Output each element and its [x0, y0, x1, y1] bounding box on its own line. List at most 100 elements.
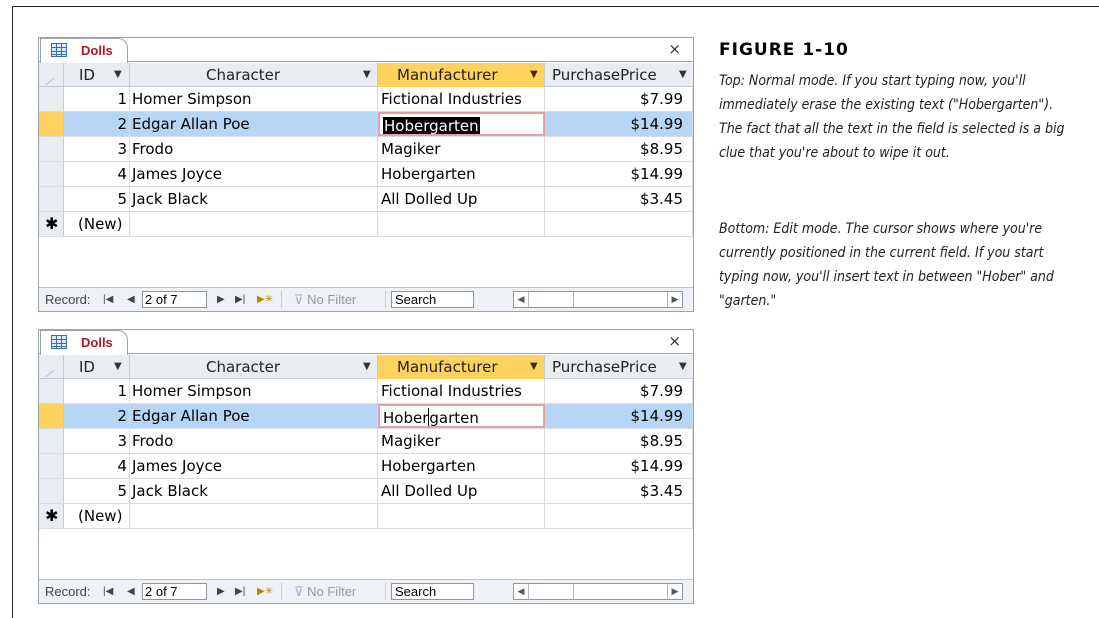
scroll-left-icon[interactable]: ◀: [514, 584, 529, 599]
next-record-icon[interactable]: ▶: [217, 289, 225, 311]
cell-character[interactable]: Frodo: [130, 137, 378, 161]
cell-purchaseprice[interactable]: $14.99: [545, 112, 693, 136]
no-filter-button[interactable]: ⊽ No Filter: [294, 289, 356, 311]
cell-manufacturer[interactable]: [378, 504, 545, 528]
cell-purchaseprice[interactable]: $14.99: [545, 454, 693, 478]
cell-id[interactable]: 2: [64, 404, 130, 428]
cell-manufacturer[interactable]: Magiker: [378, 429, 545, 453]
horizontal-scrollbar[interactable]: ◀ ▶: [513, 291, 683, 308]
cell-character[interactable]: Frodo: [130, 429, 378, 453]
cell-manufacturer[interactable]: All Dolled Up: [378, 479, 545, 503]
record-position-field[interactable]: 2 of 7: [142, 583, 207, 600]
dropdown-arrow-icon[interactable]: ▼: [530, 355, 538, 379]
cell-character[interactable]: Homer Simpson: [130, 87, 378, 111]
cell-purchaseprice[interactable]: $8.95: [545, 137, 693, 161]
scroll-left-icon[interactable]: ◀: [514, 292, 529, 307]
record-selector[interactable]: [39, 137, 64, 161]
record-selector[interactable]: [39, 404, 64, 428]
cell-new[interactable]: (New): [64, 504, 130, 528]
table-row[interactable]: 3 Frodo Magiker $8.95: [39, 429, 693, 454]
last-record-icon[interactable]: ▶|: [235, 581, 245, 603]
dropdown-arrow-icon[interactable]: ▼: [530, 63, 538, 87]
cell-character[interactable]: Jack Black: [130, 479, 378, 503]
select-all-corner[interactable]: [39, 355, 64, 379]
record-selector[interactable]: ✱: [39, 504, 64, 528]
cell-id[interactable]: 1: [64, 87, 130, 111]
cell-character[interactable]: James Joyce: [130, 162, 378, 186]
record-selector[interactable]: [39, 162, 64, 186]
record-position-field[interactable]: 2 of 7: [142, 291, 207, 308]
table-row-new[interactable]: ✱ (New): [39, 212, 693, 237]
cell-purchaseprice[interactable]: $3.45: [545, 479, 693, 503]
dropdown-arrow-icon[interactable]: ▼: [114, 63, 122, 87]
prev-record-icon[interactable]: ◀: [127, 581, 135, 603]
table-row-current[interactable]: 2 Edgar Allan Poe Hobergarten $14.99: [39, 112, 693, 137]
cell-character[interactable]: [130, 212, 378, 236]
cell-manufacturer[interactable]: Fictional Industries: [378, 87, 545, 111]
cell-id[interactable]: 3: [64, 429, 130, 453]
cell-character[interactable]: James Joyce: [130, 454, 378, 478]
table-row[interactable]: 3 Frodo Magiker $8.95: [39, 137, 693, 162]
record-selector[interactable]: [39, 379, 64, 403]
cell-id[interactable]: 4: [64, 162, 130, 186]
table-row[interactable]: 4 James Joyce Hobergarten $14.99: [39, 162, 693, 187]
record-selector[interactable]: ✱: [39, 212, 64, 236]
record-selector[interactable]: [39, 87, 64, 111]
close-icon[interactable]: ×: [668, 40, 681, 58]
cell-id[interactable]: 1: [64, 379, 130, 403]
table-row[interactable]: 1 Homer Simpson Fictional Industries $7.…: [39, 87, 693, 112]
new-record-icon[interactable]: ▶✳: [257, 289, 273, 311]
cell-purchaseprice[interactable]: $8.95: [545, 429, 693, 453]
cell-purchaseprice[interactable]: $3.45: [545, 187, 693, 211]
dropdown-arrow-icon[interactable]: ▼: [679, 355, 687, 379]
cell-manufacturer-editing[interactable]: Hobergarten: [378, 404, 545, 428]
table-row[interactable]: 5 Jack Black All Dolled Up $3.45: [39, 479, 693, 504]
cell-id[interactable]: 4: [64, 454, 130, 478]
next-record-icon[interactable]: ▶: [217, 581, 225, 603]
cell-purchaseprice[interactable]: $14.99: [545, 404, 693, 428]
horizontal-scrollbar[interactable]: ◀ ▶: [513, 583, 683, 600]
search-input[interactable]: Search: [391, 291, 474, 308]
cell-id[interactable]: 5: [64, 479, 130, 503]
cell-id[interactable]: 3: [64, 137, 130, 161]
tab-dolls[interactable]: Dolls: [40, 330, 128, 355]
tab-dolls[interactable]: Dolls: [40, 38, 128, 63]
no-filter-button[interactable]: ⊽ No Filter: [294, 581, 356, 603]
cell-character[interactable]: Edgar Allan Poe: [130, 404, 378, 428]
cell-manufacturer[interactable]: [378, 212, 545, 236]
table-row[interactable]: 4 James Joyce Hobergarten $14.99: [39, 454, 693, 479]
cell-id[interactable]: 2: [64, 112, 130, 136]
cell-purchaseprice[interactable]: [545, 504, 693, 528]
column-header-character[interactable]: Character ▼: [130, 63, 378, 87]
cell-purchaseprice[interactable]: [545, 212, 693, 236]
cell-character[interactable]: Edgar Allan Poe: [130, 112, 378, 136]
cell-manufacturer[interactable]: Fictional Industries: [378, 379, 545, 403]
cell-new[interactable]: (New): [64, 212, 130, 236]
close-icon[interactable]: ×: [668, 332, 681, 350]
select-all-corner[interactable]: [39, 63, 64, 87]
cell-manufacturer-active[interactable]: Hobergarten: [378, 112, 545, 136]
cell-purchaseprice[interactable]: $7.99: [545, 87, 693, 111]
column-header-purchaseprice[interactable]: PurchasePrice ▼: [545, 63, 693, 87]
dropdown-arrow-icon[interactable]: ▼: [679, 63, 687, 87]
scroll-thumb[interactable]: [530, 584, 574, 599]
scroll-thumb[interactable]: [530, 292, 574, 307]
dropdown-arrow-icon[interactable]: ▼: [114, 355, 122, 379]
record-selector[interactable]: [39, 112, 64, 136]
column-header-id[interactable]: ID ▼: [64, 355, 130, 379]
cell-manufacturer[interactable]: Magiker: [378, 137, 545, 161]
prev-record-icon[interactable]: ◀: [127, 289, 135, 311]
table-row-current[interactable]: 2 Edgar Allan Poe Hobergarten $14.99: [39, 404, 693, 429]
cell-id[interactable]: 5: [64, 187, 130, 211]
table-row[interactable]: 1 Homer Simpson Fictional Industries $7.…: [39, 379, 693, 404]
column-header-character[interactable]: Character ▼: [130, 355, 378, 379]
scroll-right-icon[interactable]: ▶: [667, 292, 682, 307]
cell-character[interactable]: [130, 504, 378, 528]
table-row[interactable]: 5 Jack Black All Dolled Up $3.45: [39, 187, 693, 212]
table-row-new[interactable]: ✱ (New): [39, 504, 693, 529]
first-record-icon[interactable]: |◀: [103, 581, 113, 603]
new-record-icon[interactable]: ▶✳: [257, 581, 273, 603]
record-selector[interactable]: [39, 429, 64, 453]
column-header-manufacturer[interactable]: Manufacturer ▼: [378, 355, 545, 379]
cell-manufacturer[interactable]: Hobergarten: [378, 454, 545, 478]
